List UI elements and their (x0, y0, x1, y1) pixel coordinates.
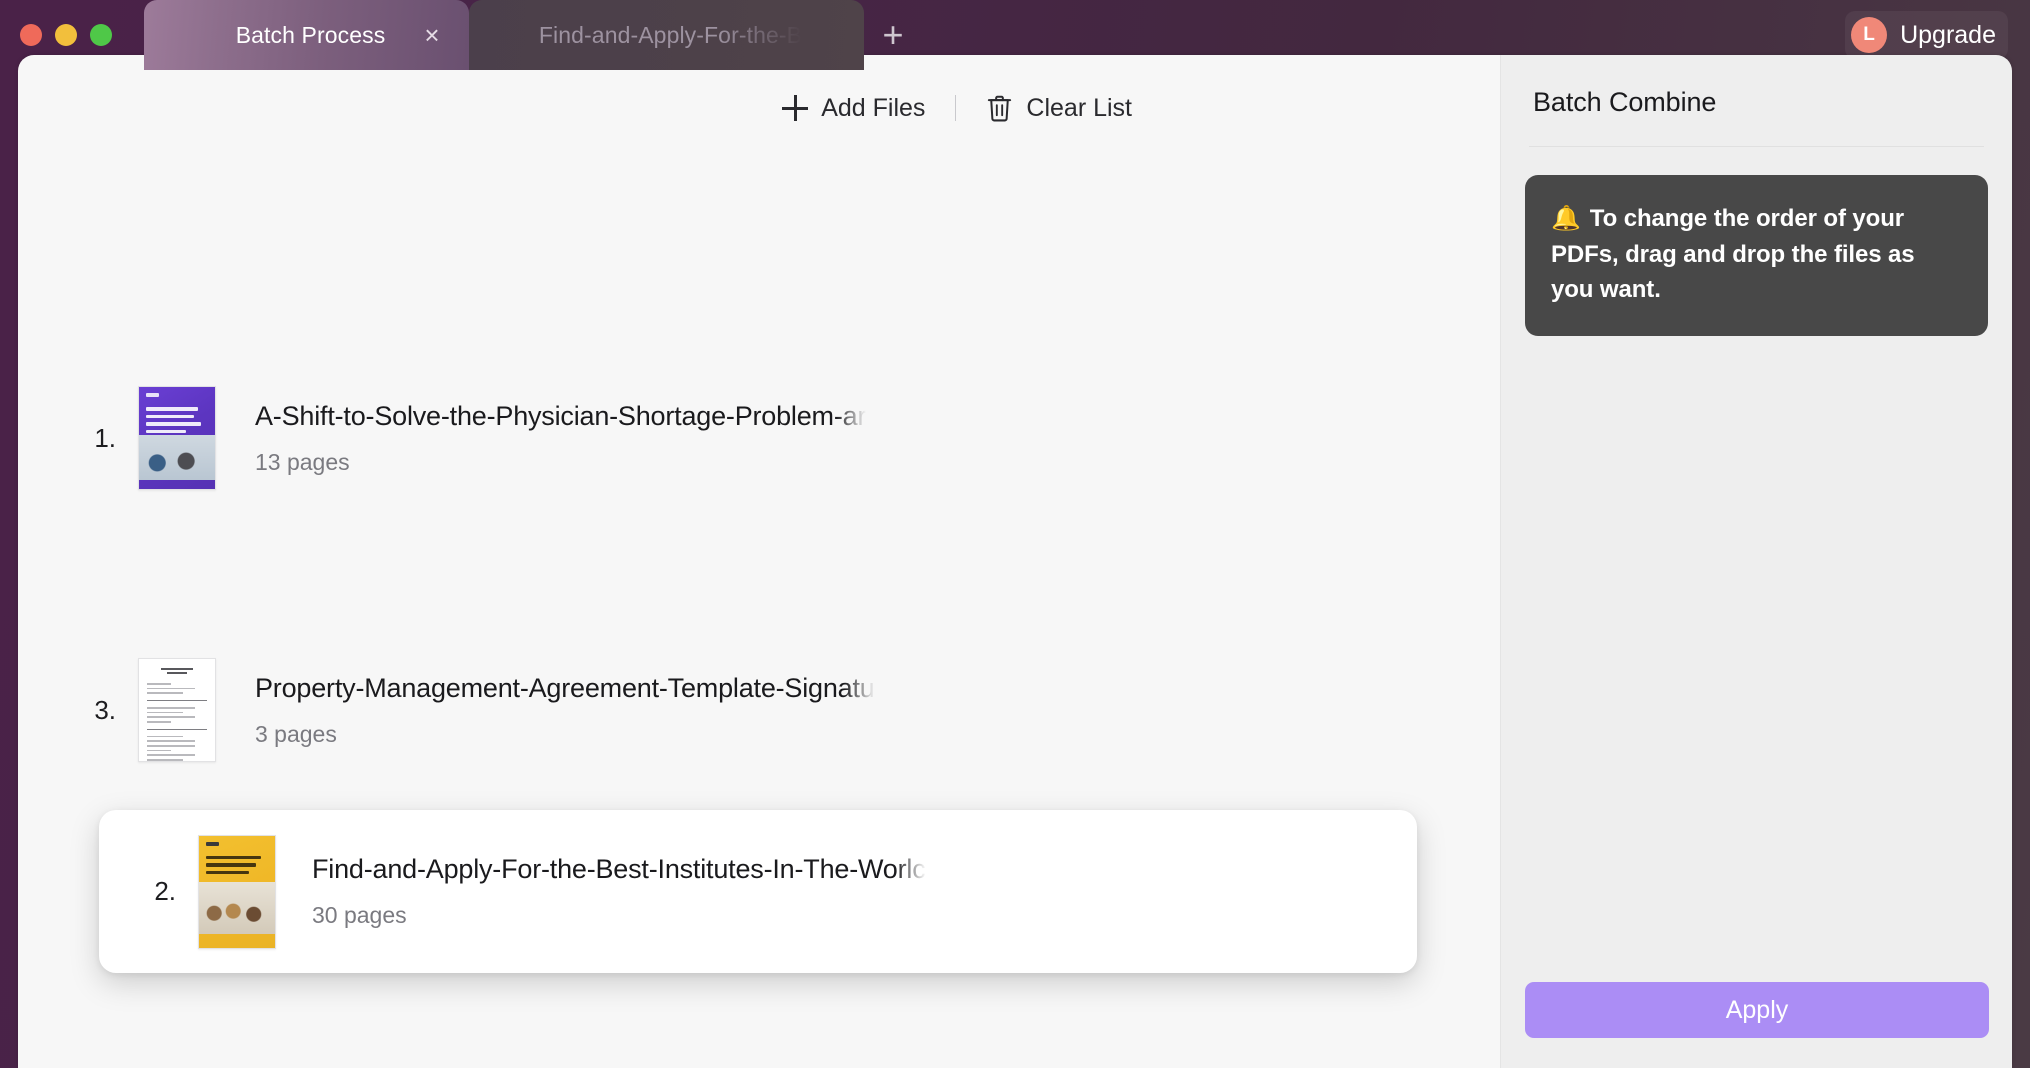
bell-icon: 🔔 (1551, 205, 1581, 232)
file-index: 3. (94, 694, 116, 725)
file-title: Property-Management-Agreement-Template-S… (255, 672, 875, 703)
tab-find-and-apply[interactable]: Find-and-Apply-For-the-B (469, 0, 864, 70)
title-bar: Batch Process × Find-and-Apply-For-the-B… (0, 0, 2030, 70)
file-page-count: 30 pages (312, 902, 407, 928)
app-window: Batch Process × Find-and-Apply-For-the-B… (0, 0, 2030, 1068)
upgrade-label: Upgrade (1900, 20, 1996, 49)
file-page-count: 3 pages (255, 720, 337, 747)
close-icon[interactable]: × (417, 20, 447, 50)
file-page-count: 13 pages (255, 448, 350, 475)
file-meta: Find-and-Apply-For-the-Best-Institutes-I… (276, 854, 926, 929)
file-title: A-Shift-to-Solve-the-Physician-Shortage-… (255, 400, 867, 431)
tab-label: Batch Process (235, 21, 386, 48)
content-shell: Add Files Clear List 1. A-Shift-to-Solve… (18, 55, 2012, 1068)
clear-list-button[interactable]: Clear List (986, 94, 1132, 123)
add-files-button[interactable]: Add Files (782, 94, 925, 123)
clear-list-label: Clear List (1026, 93, 1132, 122)
toolbar-divider (955, 95, 957, 121)
panel-divider (1529, 146, 1984, 147)
file-thumbnail (138, 386, 216, 490)
tab-batch-process[interactable]: Batch Process × (144, 0, 469, 70)
close-window-button[interactable] (20, 24, 42, 46)
upgrade-button[interactable]: L Upgrade (1845, 11, 2008, 59)
traffic-lights (0, 0, 112, 70)
minimize-window-button[interactable] (55, 24, 77, 46)
file-meta: Property-Management-Agreement-Template-S… (216, 673, 875, 748)
file-list-panel: Add Files Clear List 1. A-Shift-to-Solve… (18, 55, 1500, 1068)
apply-row: Apply (1501, 982, 2012, 1068)
tab-strip: Batch Process × Find-and-Apply-For-the-B… (144, 0, 2030, 70)
dragging-file-card[interactable]: 2. Find-and-Apply-For-the-Best-Institute… (99, 810, 1417, 973)
plus-icon (782, 95, 809, 121)
file-title: Find-and-Apply-For-the-Best-Institutes-I… (312, 854, 926, 884)
apply-button[interactable]: Apply (1525, 982, 1989, 1038)
file-index: 1. (94, 422, 116, 453)
add-files-label: Add Files (821, 93, 926, 122)
trash-icon (986, 94, 1013, 123)
file-thumbnail (198, 834, 276, 949)
list-item[interactable]: 1. A-Shift-to-Solve-the-Physician-Shorta… (18, 373, 1500, 503)
batch-combine-panel: Batch Combine 🔔 To change the order of yo… (1500, 55, 2012, 1068)
avatar: L (1851, 17, 1888, 53)
new-tab-plus-icon[interactable]: + (864, 0, 922, 70)
file-meta: A-Shift-to-Solve-the-Physician-Shortage-… (216, 401, 866, 476)
tip-text: To change the order of your PDFs, drag a… (1551, 205, 1915, 304)
tab-label: Find-and-Apply-For-the-B (538, 21, 803, 48)
window-right-edge (2012, 55, 2030, 1068)
file-index: 2. (154, 876, 176, 906)
list-item[interactable]: 3. Property-Management-Agreement-Templat… (18, 645, 1500, 775)
file-thumbnail (138, 658, 216, 762)
maximize-window-button[interactable] (90, 24, 112, 46)
tip-tooltip: 🔔 To change the order of your PDFs, drag … (1525, 175, 1988, 336)
